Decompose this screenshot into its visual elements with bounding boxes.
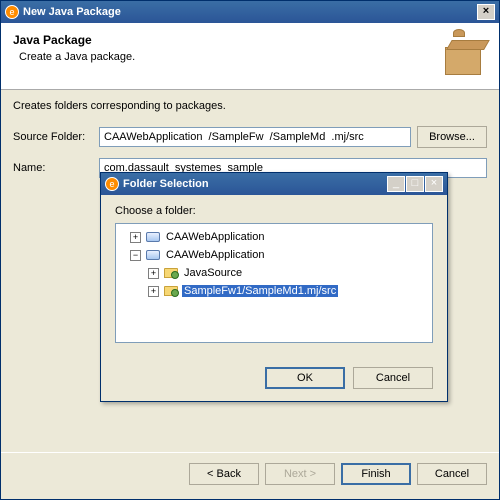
folder-icon: [163, 266, 179, 280]
dialog-title: Folder Selection: [123, 178, 387, 190]
maximize-icon[interactable]: □: [406, 176, 424, 192]
folder-tree[interactable]: + CAAWebApplication − CAAWebApplication …: [115, 223, 433, 343]
wizard-desc: Creates folders corresponding to package…: [13, 100, 487, 112]
tree-label[interactable]: CAAWebApplication: [164, 231, 266, 243]
cancel-button[interactable]: Cancel: [353, 367, 433, 389]
label-source-folder: Source Folder:: [13, 131, 93, 143]
expand-icon[interactable]: +: [148, 286, 159, 297]
banner-sub: Create a Java package.: [13, 51, 439, 63]
new-java-package-window: e New Java Package × Java Package Create…: [0, 0, 500, 500]
tree-label[interactable]: JavaSource: [182, 267, 244, 279]
drive-icon: [145, 230, 161, 244]
ok-button[interactable]: OK: [265, 367, 345, 389]
back-button[interactable]: < Back: [189, 463, 259, 485]
finish-button[interactable]: Finish: [341, 463, 411, 485]
tree-node[interactable]: + CAAWebApplication: [118, 228, 430, 246]
tree-node[interactable]: − CAAWebApplication: [118, 246, 430, 264]
window-title: New Java Package: [23, 6, 477, 18]
app-icon: e: [105, 177, 119, 191]
wizard-footer: < Back Next > Finish Cancel: [1, 452, 499, 499]
tree-node-selected[interactable]: + SampleFw1/SampleMd1.mj/src: [118, 282, 430, 300]
drive-icon: [145, 248, 161, 262]
close-icon[interactable]: ×: [477, 4, 495, 20]
source-folder-input[interactable]: [99, 127, 411, 147]
next-button: Next >: [265, 463, 335, 485]
wizard-banner: Java Package Create a Java package.: [1, 23, 499, 90]
package-icon: [439, 33, 487, 77]
folder-selection-dialog: e Folder Selection _ □ × Choose a folder…: [100, 172, 448, 402]
expand-icon[interactable]: +: [130, 232, 141, 243]
close-icon[interactable]: ×: [425, 176, 443, 192]
minimize-icon[interactable]: _: [387, 176, 405, 192]
cancel-button[interactable]: Cancel: [417, 463, 487, 485]
dialog-prompt: Choose a folder:: [115, 205, 433, 217]
tree-label[interactable]: SampleFw1/SampleMd1.mj/src: [182, 285, 338, 297]
browse-button[interactable]: Browse...: [417, 126, 487, 148]
folder-icon: [163, 284, 179, 298]
dialog-titlebar: e Folder Selection _ □ ×: [101, 173, 447, 195]
banner-heading: Java Package: [13, 33, 439, 47]
tree-node[interactable]: + JavaSource: [118, 264, 430, 282]
label-name: Name:: [13, 162, 93, 174]
expand-icon[interactable]: +: [148, 268, 159, 279]
titlebar: e New Java Package ×: [1, 1, 499, 23]
collapse-icon[interactable]: −: [130, 250, 141, 261]
app-icon: e: [5, 5, 19, 19]
tree-label[interactable]: CAAWebApplication: [164, 249, 266, 261]
